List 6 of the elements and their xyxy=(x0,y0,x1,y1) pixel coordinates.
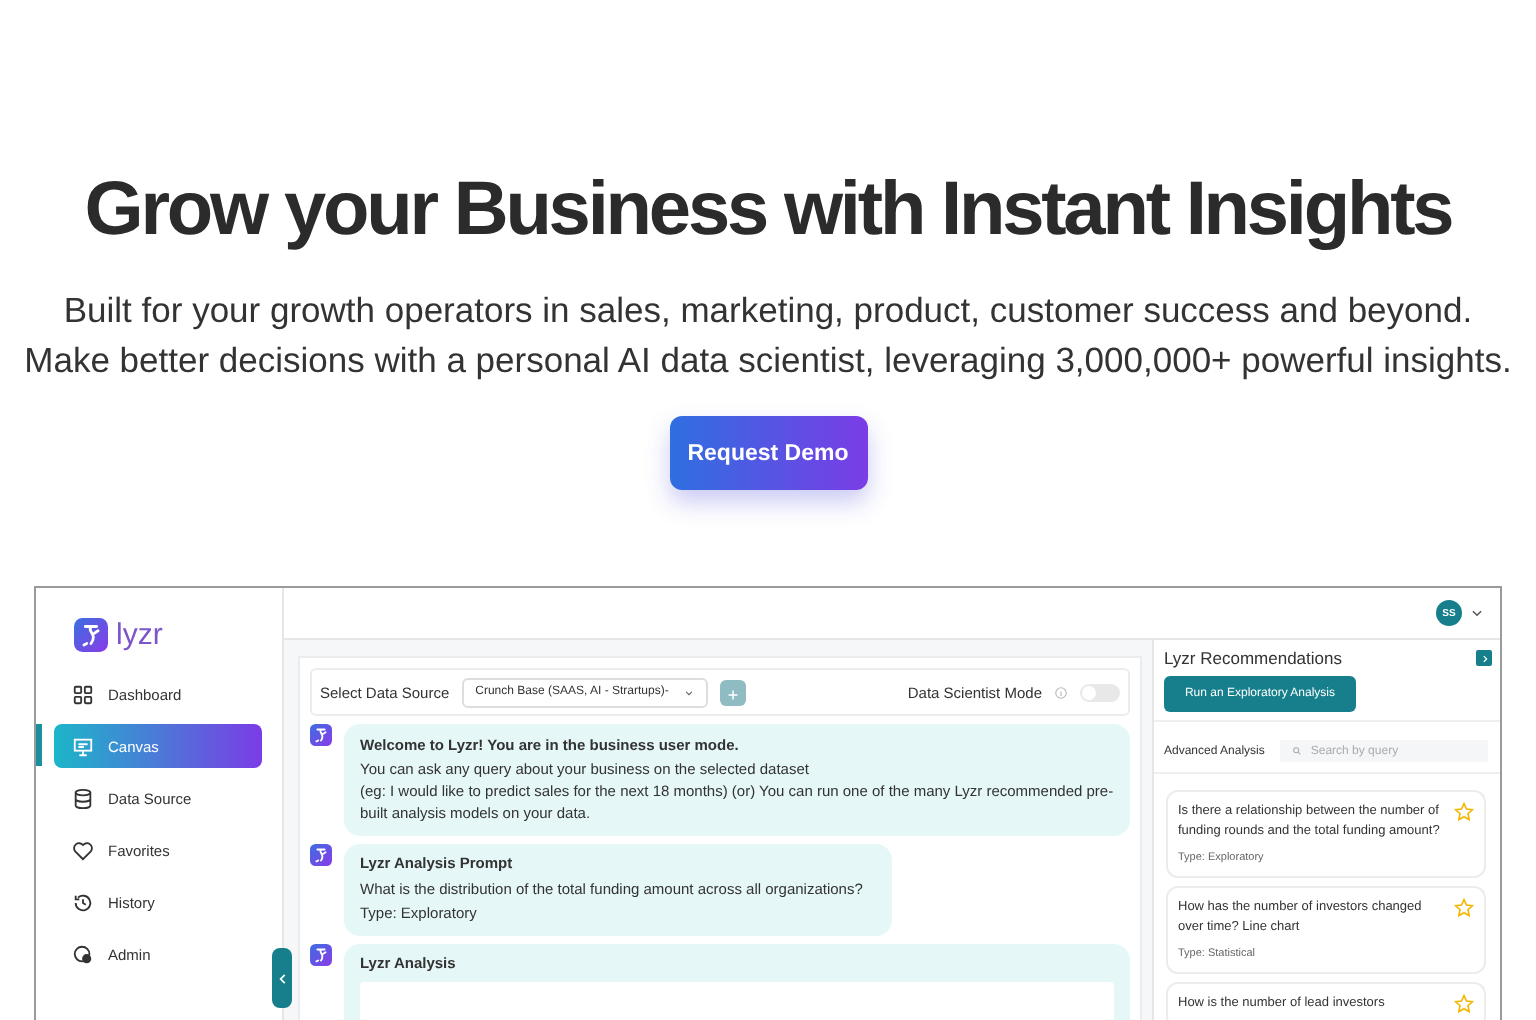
hero-subtitle: Built for your growth operators in sales, marketing, product, customer success and beyond. xyxy=(63,290,1473,330)
logo-text: lyzr xyxy=(116,618,163,652)
hero-title: Grow your Business with Instant Insights xyxy=(84,168,1452,254)
hero-subtitle: Make better decisions with a personal AI data scientist, leveraging 3,000,000+ powerful insights. xyxy=(24,340,1512,380)
panel-title: Lyzr Recommendations xyxy=(1164,648,1342,668)
request-demo-button[interactable]: Request Demo xyxy=(669,416,867,490)
